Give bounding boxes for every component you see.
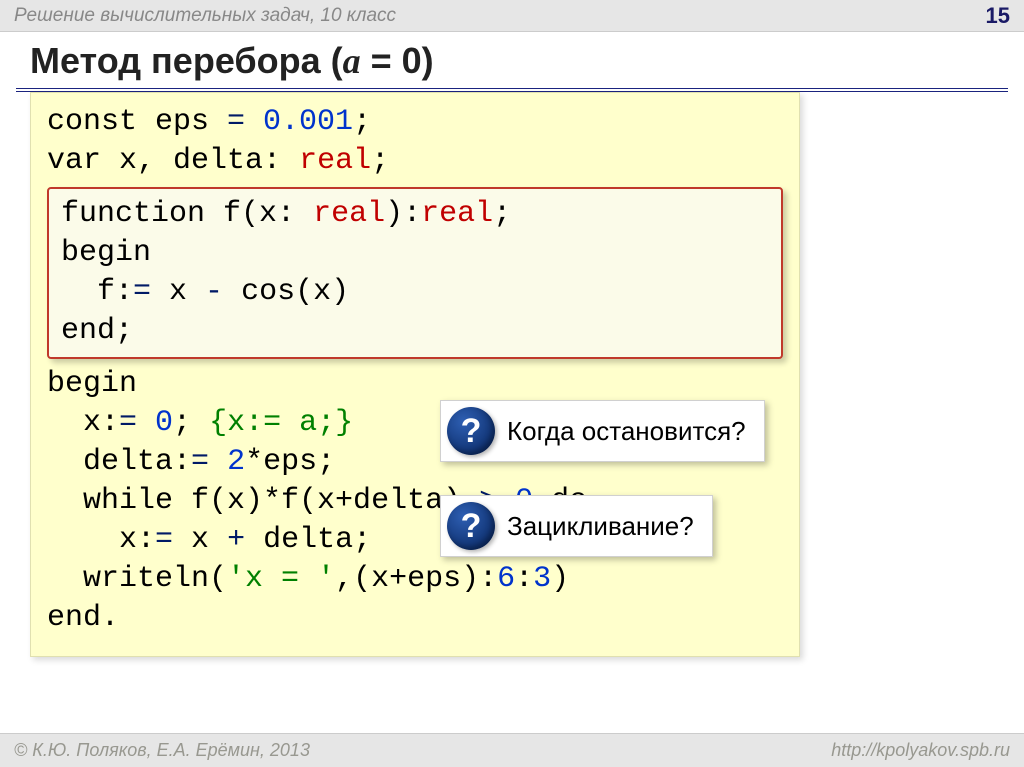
callout-loop: ? Зацикливание? (440, 495, 713, 557)
code-line: end; (61, 312, 769, 351)
code-line: function f(x: real):real; (61, 195, 769, 234)
callout-text: Когда остановится? (507, 416, 746, 447)
code-line: writeln('x = ',(x+eps):6:3) (47, 560, 783, 599)
callout-stop: ? Когда остановится? (440, 400, 765, 462)
code-line: f:= x - cos(x) (61, 273, 769, 312)
question-icon: ? (447, 407, 495, 455)
code-block: const eps = 0.001; var x, delta: real; f… (30, 92, 800, 657)
page-number: 15 (986, 3, 1010, 29)
footer-bar: © К.Ю. Поляков, Е.А. Ерёмин, 2013 http:/… (0, 733, 1024, 767)
function-box: function f(x: real):real; begin f:= x - … (47, 187, 783, 359)
top-bar: Решение вычислительных задач, 10 класс 1… (0, 0, 1024, 32)
code-line: end. (47, 599, 783, 638)
title-area: Метод перебора (a = 0) (0, 32, 1024, 82)
code-comment: {x:= a;} (209, 406, 353, 440)
code-line: var x, delta: real; (47, 142, 783, 181)
course-title: Решение вычислительных задач, 10 класс (14, 5, 396, 27)
code-line: const eps = 0.001; (47, 103, 783, 142)
code-line: begin (47, 365, 783, 404)
title-var: a (343, 41, 361, 81)
title-eq: = 0) (361, 40, 434, 81)
footer-url: http://kpolyakov.spb.ru (831, 740, 1010, 761)
question-icon: ? (447, 502, 495, 550)
code-line: begin (61, 234, 769, 273)
callout-text: Зацикливание? (507, 511, 694, 542)
content-area: const eps = 0.001; var x, delta: real; f… (0, 92, 1024, 657)
page-title: Метод перебора (a = 0) (30, 40, 434, 81)
title-prefix: Метод перебора ( (30, 40, 343, 81)
footer-copyright: © К.Ю. Поляков, Е.А. Ерёмин, 2013 (14, 740, 310, 761)
